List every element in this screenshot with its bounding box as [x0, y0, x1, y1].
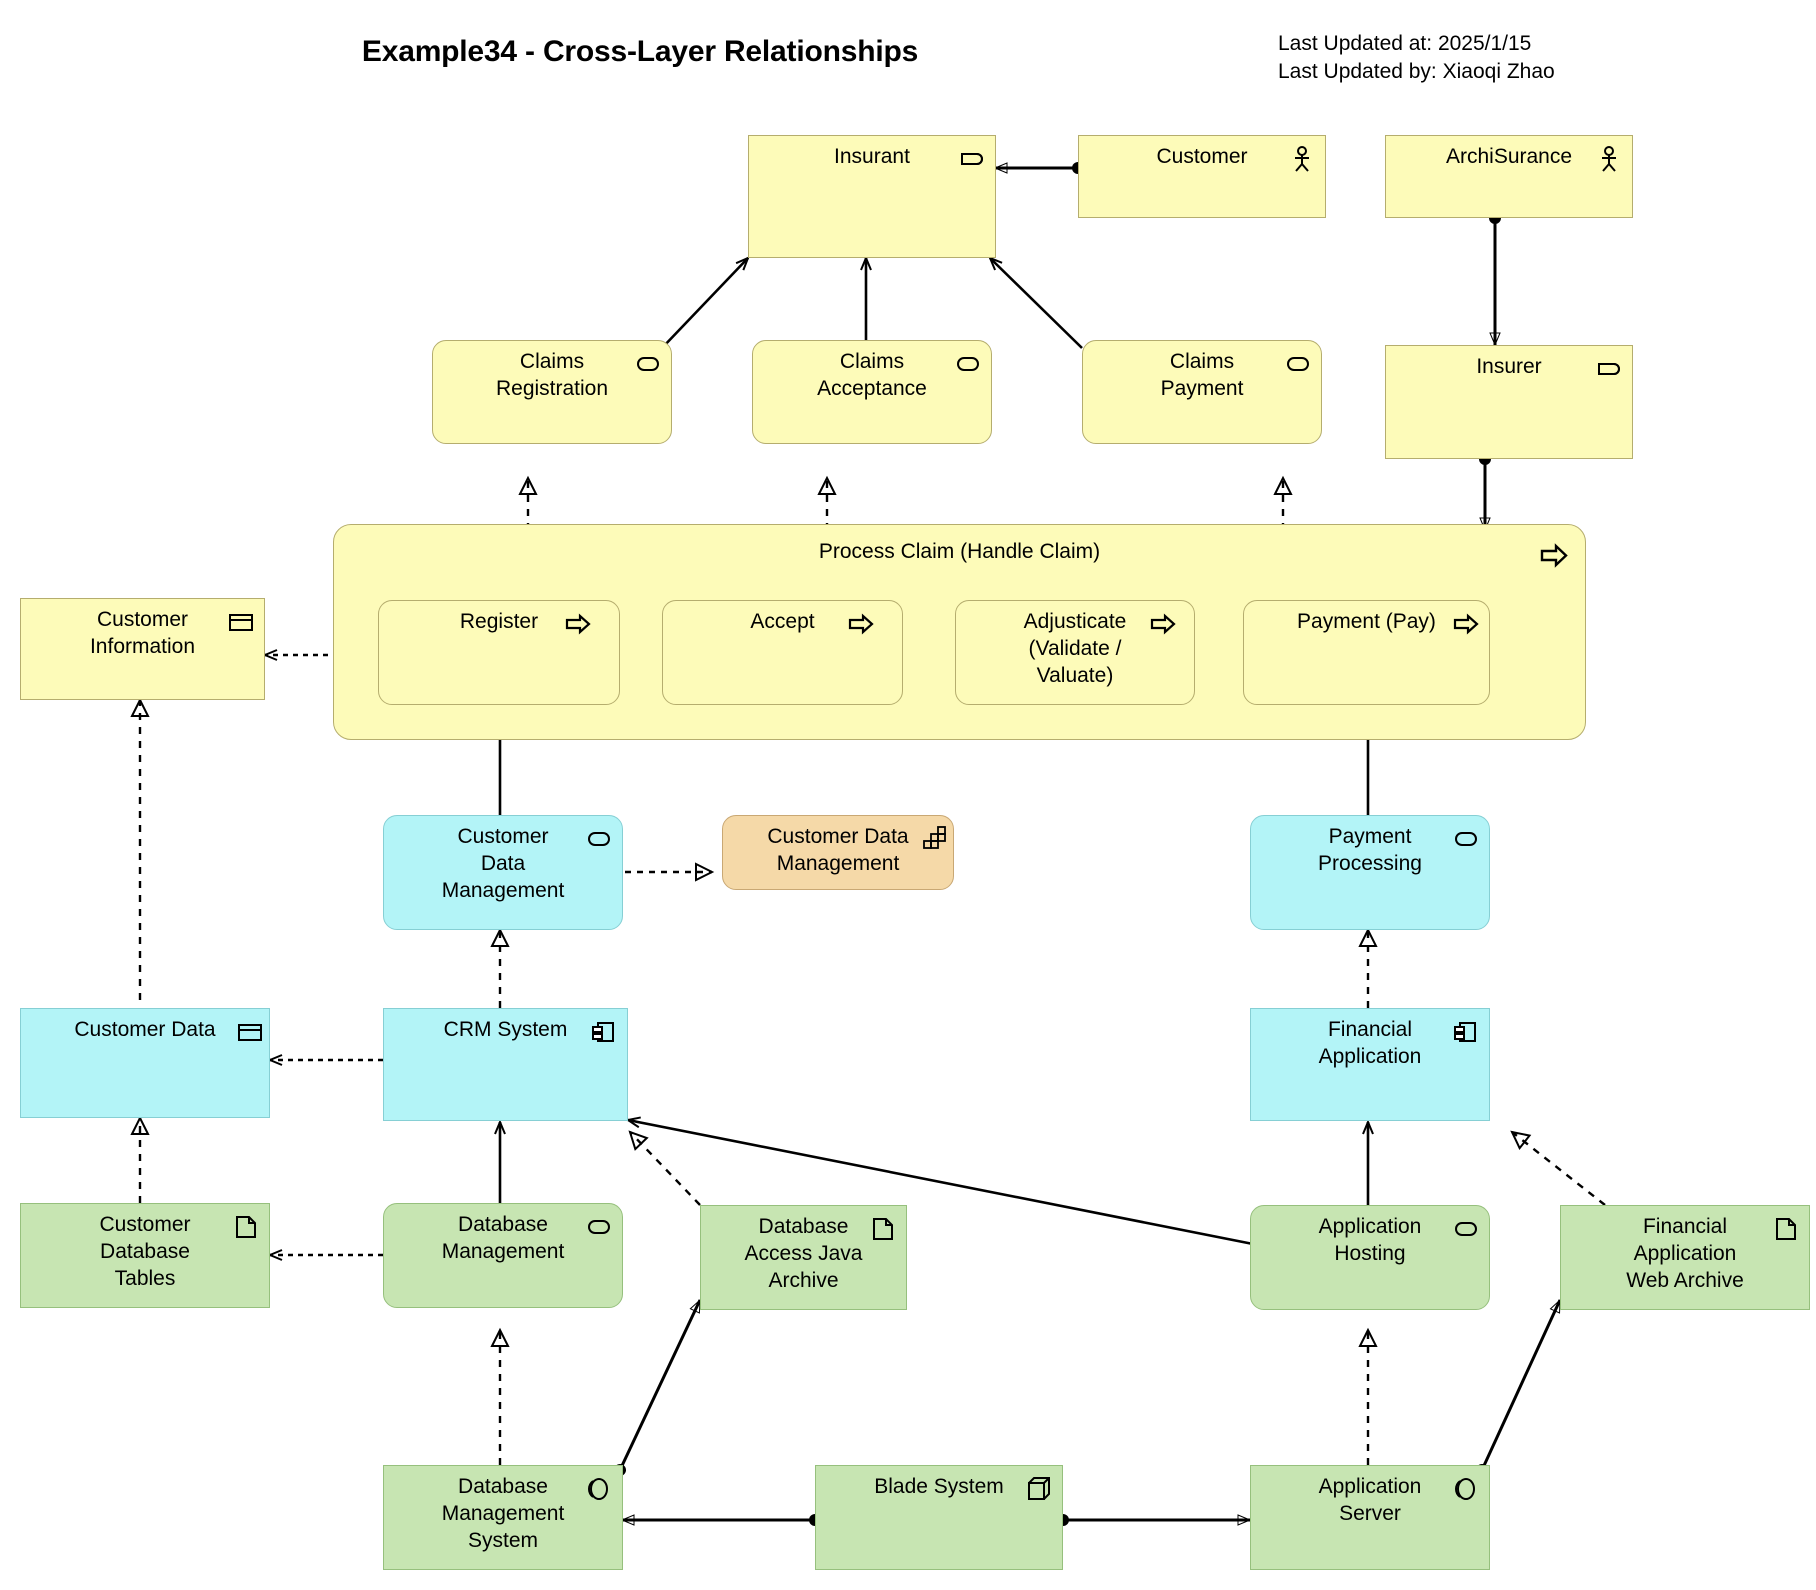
node-payment-pay[interactable]: Payment (Pay)	[1243, 600, 1490, 705]
node-customer-data-management-capability[interactable]: Customer Data Management	[722, 815, 954, 890]
business-actor-icon	[1295, 146, 1309, 172]
node-label: Customer Database Tables	[99, 1213, 191, 1290]
application-service-icon	[1455, 832, 1477, 846]
node-customer-database-tables[interactable]: Customer Database Tables	[20, 1203, 270, 1308]
technology-service-icon	[588, 1220, 610, 1234]
node-customer-data[interactable]: Customer Data	[20, 1008, 270, 1118]
node-icon	[1028, 1477, 1050, 1500]
node-insurant[interactable]: Insurant	[748, 135, 996, 258]
business-service-icon	[637, 357, 659, 371]
business-object-icon	[229, 614, 253, 631]
business-process-icon	[1453, 613, 1479, 635]
last-updated-at: Last Updated at: 2025/1/15	[1278, 32, 1532, 55]
business-role-icon	[1598, 363, 1620, 375]
node-payment-processing[interactable]: Payment Processing	[1250, 815, 1490, 930]
node-label: Process Claim (Handle Claim)	[818, 540, 1101, 563]
technology-service-icon	[1455, 1222, 1477, 1236]
node-financial-application[interactable]: Financial Application	[1250, 1008, 1490, 1121]
page-title: Example34 - Cross-Layer Relationships	[361, 35, 919, 68]
application-component-icon	[1454, 1022, 1476, 1042]
business-process-icon	[848, 613, 874, 635]
node-label: Customer Data Management	[767, 825, 909, 875]
node-label: Financial Application Web Archive	[1626, 1215, 1744, 1292]
node-customer-information[interactable]: Customer Information	[20, 598, 265, 700]
system-software-icon	[1455, 1478, 1475, 1500]
node-register[interactable]: Register	[378, 600, 620, 705]
node-customer-data-management-service[interactable]: Customer Data Management	[383, 815, 623, 930]
business-process-icon	[565, 613, 591, 635]
node-adjusticate[interactable]: Adjusticate (Validate / Valuate)	[955, 600, 1195, 705]
application-service-icon	[588, 832, 610, 846]
node-claims-acceptance[interactable]: Claims Acceptance	[752, 340, 992, 444]
capability-icon	[923, 826, 946, 849]
node-blade-system[interactable]: Blade System	[815, 1465, 1063, 1570]
node-archisurance[interactable]: ArchiSurance	[1385, 135, 1633, 218]
archimate-diagram-canvas: Example34 - Cross-Layer Relationships La…	[0, 0, 1816, 1590]
node-insurer[interactable]: Insurer	[1385, 345, 1633, 459]
node-label: Customer Data	[74, 1018, 216, 1041]
artifact-icon	[1776, 1218, 1796, 1240]
business-process-icon	[1150, 613, 1176, 635]
node-crm-system[interactable]: CRM System	[383, 1008, 628, 1121]
business-actor-icon	[1602, 146, 1616, 172]
data-object-icon	[238, 1024, 262, 1041]
node-financial-application-web-archive[interactable]: Financial Application Web Archive	[1560, 1205, 1810, 1310]
system-software-icon	[588, 1478, 608, 1500]
business-role-icon	[961, 153, 983, 165]
artifact-icon	[236, 1216, 256, 1238]
last-updated-by: Last Updated by: Xiaoqi Zhao	[1278, 60, 1555, 83]
business-service-icon	[1287, 357, 1309, 371]
node-database-access-java-archive[interactable]: Database Access Java Archive	[700, 1205, 907, 1310]
node-accept[interactable]: Accept	[662, 600, 903, 705]
node-database-management-system[interactable]: Database Management System	[383, 1465, 623, 1570]
application-component-icon	[592, 1022, 614, 1042]
business-service-icon	[957, 357, 979, 371]
business-process-icon	[1540, 543, 1568, 568]
node-claims-payment[interactable]: Claims Payment	[1082, 340, 1322, 444]
artifact-icon	[873, 1218, 893, 1240]
node-customer[interactable]: Customer	[1078, 135, 1326, 218]
node-application-hosting[interactable]: Application Hosting	[1250, 1205, 1490, 1310]
node-database-management[interactable]: Database Management	[383, 1203, 623, 1308]
node-claims-registration[interactable]: Claims Registration	[432, 340, 672, 444]
node-application-server[interactable]: Application Server	[1250, 1465, 1490, 1570]
